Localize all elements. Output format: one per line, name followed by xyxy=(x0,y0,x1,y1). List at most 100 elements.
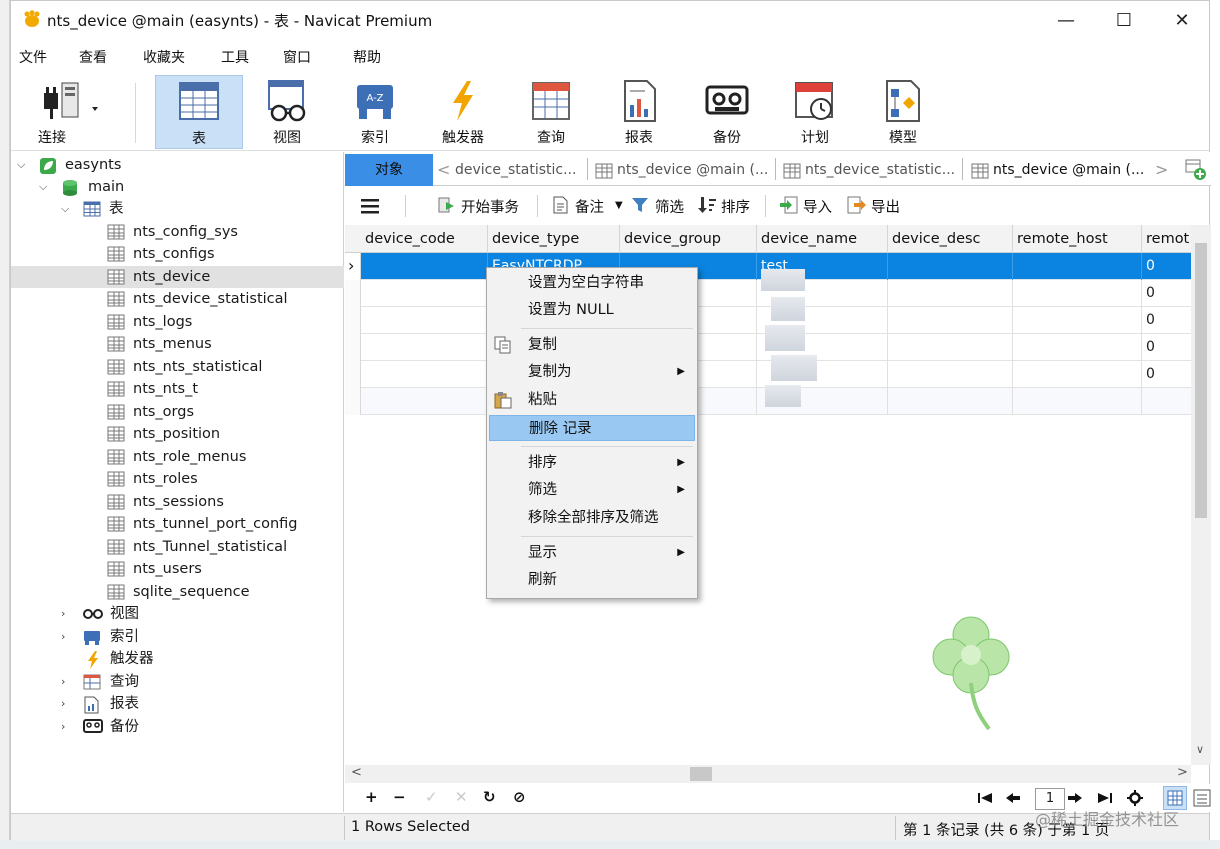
tree-group-indexes[interactable]: › 索引 xyxy=(11,626,344,648)
table-cell[interactable] xyxy=(1013,361,1142,388)
table-cell[interactable] xyxy=(888,334,1013,361)
menu-item-set-null[interactable]: 设置为 NULL xyxy=(489,297,695,323)
sort-button[interactable]: 排序 xyxy=(721,196,750,217)
menu-item-display[interactable]: 显示 ▶ xyxy=(489,540,695,566)
tree-table-item[interactable]: nts_configs xyxy=(11,243,344,265)
last-page-icon[interactable] xyxy=(1097,792,1113,804)
toolbar-connect-button[interactable]: 连接 xyxy=(17,75,117,149)
table-cell[interactable] xyxy=(888,307,1013,334)
table-cell[interactable] xyxy=(888,253,1013,280)
tree-table-item[interactable]: nts_tunnel_port_config xyxy=(11,513,344,535)
table-cell[interactable] xyxy=(888,280,1013,307)
menu-item-delete-record[interactable]: 删除 记录 xyxy=(489,415,695,441)
menu-tools[interactable]: 工具 xyxy=(221,41,249,67)
table-cell[interactable] xyxy=(888,388,1013,415)
table-cell[interactable] xyxy=(1013,307,1142,334)
table-cell[interactable]: 0 xyxy=(1142,280,1191,307)
row-indicator[interactable] xyxy=(345,361,361,388)
tab-nts-device-1[interactable]: nts_device @main (... xyxy=(591,154,773,186)
first-page-icon[interactable] xyxy=(977,792,993,804)
tree-table-item[interactable]: nts_device_statistical xyxy=(11,288,344,310)
tree-table-item[interactable]: nts_logs xyxy=(11,311,344,333)
table-cell[interactable] xyxy=(1013,388,1142,415)
column-header-device-code[interactable]: device_code xyxy=(361,225,488,253)
tree-table-item[interactable]: nts_nts_t xyxy=(11,378,344,400)
tree-group-backups[interactable]: › 备份 xyxy=(11,716,344,738)
tree-table-item[interactable]: nts_roles xyxy=(11,468,344,490)
menu-item-set-empty-string[interactable]: 设置为空白字符串 xyxy=(489,270,695,296)
next-page-icon[interactable] xyxy=(1067,792,1083,804)
close-button[interactable]: ✕ xyxy=(1153,1,1211,39)
row-indicator[interactable] xyxy=(345,280,361,307)
horizontal-scroll-thumb[interactable] xyxy=(690,767,712,781)
toolbar-model-button[interactable]: 模型 xyxy=(859,75,947,149)
chevron-down-icon[interactable]: ⌵ xyxy=(61,198,69,220)
table-cell[interactable] xyxy=(361,388,488,415)
row-indicator[interactable] xyxy=(345,388,361,415)
table-cell[interactable] xyxy=(361,253,488,280)
toolbar-report-button[interactable]: 报表 xyxy=(595,75,683,149)
discard-changes-button[interactable]: ✕ xyxy=(455,788,468,806)
chevron-down-icon[interactable]: ⌵ xyxy=(17,154,25,176)
tree-table-item[interactable]: nts_position xyxy=(11,423,344,445)
column-header-device-type[interactable]: device_type xyxy=(488,225,620,253)
tree-table-item[interactable]: nts_config_sys xyxy=(11,221,344,243)
delete-record-button[interactable]: − xyxy=(393,788,406,806)
export-button[interactable]: 导出 xyxy=(871,196,900,217)
column-header-device-group[interactable]: device_group xyxy=(620,225,757,253)
table-cell[interactable] xyxy=(888,361,1013,388)
menu-help[interactable]: 帮助 xyxy=(353,41,381,67)
table-cell[interactable] xyxy=(1013,280,1142,307)
hamburger-menu-icon[interactable] xyxy=(361,198,379,214)
import-button[interactable]: 导入 xyxy=(803,196,832,217)
toolbar-backup-button[interactable]: 备份 xyxy=(683,75,771,149)
chevron-right-icon[interactable]: › xyxy=(61,693,65,715)
chevron-down-icon[interactable]: ⌵ xyxy=(39,176,47,198)
menu-view[interactable]: 查看 xyxy=(79,41,107,67)
tree-table-item[interactable]: nts_sessions xyxy=(11,491,344,513)
tree-table-item-selected[interactable]: nts_device xyxy=(11,266,344,288)
tree-table-item[interactable]: nts_orgs xyxy=(11,401,344,423)
table-cell[interactable] xyxy=(1013,334,1142,361)
refresh-button[interactable]: ↻ xyxy=(483,788,496,806)
row-indicator[interactable] xyxy=(345,307,361,334)
row-indicator[interactable] xyxy=(345,334,361,361)
gear-icon[interactable] xyxy=(1127,790,1143,806)
toolbar-schedule-button[interactable]: 计划 xyxy=(771,75,859,149)
tree-table-item[interactable]: nts_nts_statistical xyxy=(11,356,344,378)
toolbar-index-button[interactable]: A-Z 索引 xyxy=(331,75,419,149)
menu-item-copy[interactable]: 复制 xyxy=(489,332,695,358)
table-cell[interactable]: 0 xyxy=(1142,334,1191,361)
table-cell[interactable]: 0 xyxy=(1142,307,1191,334)
tree-table-item[interactable]: nts_users xyxy=(11,558,344,580)
menu-item-filter[interactable]: 筛选 ▶ xyxy=(489,477,695,503)
horizontal-scrollbar[interactable]: < > xyxy=(345,765,1191,783)
toolbar-trigger-button[interactable]: 触发器 xyxy=(419,75,507,149)
chevron-down-icon[interactable]: ▼ xyxy=(615,200,623,211)
tree-tables-group[interactable]: ⌵ 表 xyxy=(11,198,344,220)
minimize-button[interactable]: — xyxy=(1037,1,1095,39)
menu-window[interactable]: 窗口 xyxy=(283,41,311,67)
chevron-right-icon[interactable]: › xyxy=(61,626,65,648)
tab-objects[interactable]: 对象 xyxy=(345,154,433,186)
note-button[interactable]: 备注 xyxy=(575,196,604,217)
new-tab-icon[interactable] xyxy=(1185,159,1207,181)
column-header-device-desc[interactable]: device_desc xyxy=(888,225,1013,253)
table-cell[interactable] xyxy=(361,280,488,307)
chevron-right-icon[interactable]: › xyxy=(61,671,65,693)
menu-item-refresh[interactable]: 刷新 xyxy=(489,567,695,593)
tree-table-item[interactable]: nts_role_menus xyxy=(11,446,344,468)
table-cell[interactable] xyxy=(1142,388,1191,415)
row-indicator[interactable]: › xyxy=(345,253,361,280)
menu-item-sort[interactable]: 排序 ▶ xyxy=(489,450,695,476)
table-cell[interactable] xyxy=(361,361,488,388)
tree-group-triggers[interactable]: 触发器 xyxy=(11,648,344,670)
menu-item-remove-sort-filter[interactable]: 移除全部排序及筛选 xyxy=(489,505,695,531)
tree-database[interactable]: ⌵ main xyxy=(11,176,344,198)
tab-nts-device-current[interactable]: nts_device @main (... xyxy=(967,154,1147,186)
column-header-device-name[interactable]: device_name xyxy=(757,225,888,253)
tab-scroll-forward[interactable]: > xyxy=(1155,154,1175,186)
tree-connection[interactable]: ⌵ easynts xyxy=(11,154,344,176)
tab-device-statistical-1[interactable]: device_statistic... xyxy=(455,154,583,186)
tree-table-item[interactable]: sqlite_sequence xyxy=(11,581,344,603)
